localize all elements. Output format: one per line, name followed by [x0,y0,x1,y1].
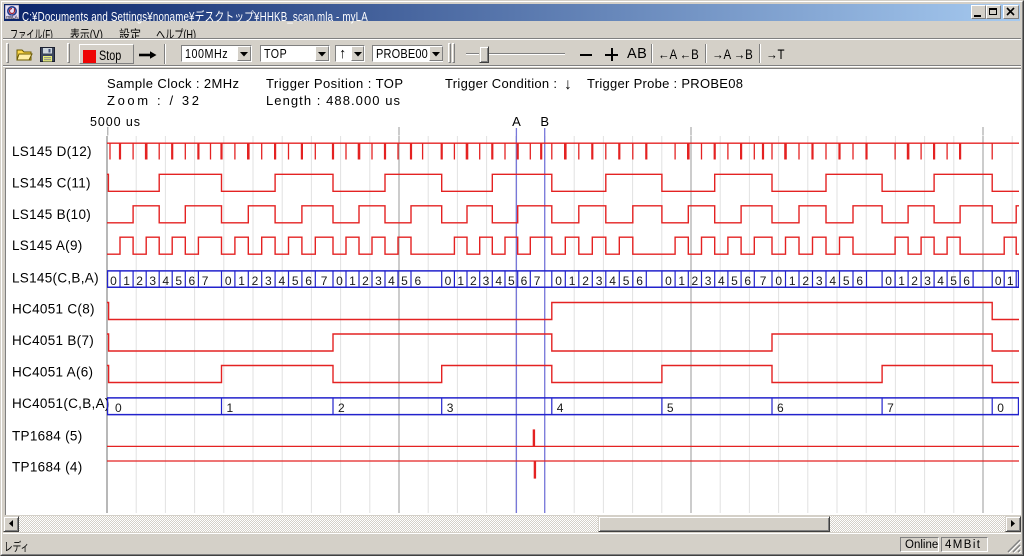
svg-text:Trigger Condition :: Trigger Condition : [445,76,557,91]
svg-text:LS145 A(9): LS145 A(9) [12,238,83,253]
svg-text:3: 3 [924,274,931,288]
svg-text:7: 7 [534,274,541,288]
svg-text:HC4051 B(7): HC4051 B(7) [12,333,94,348]
svg-text:2: 2 [136,274,143,288]
svg-text:2: 2 [802,274,809,288]
svg-text:0: 0 [445,274,452,288]
svg-text:3: 3 [816,274,823,288]
svg-text:1: 1 [898,274,905,288]
svg-text:3: 3 [596,274,603,288]
svg-text:LS145(C,B,A): LS145(C,B,A) [12,270,99,285]
svg-text:Length : 488.000 us: Length : 488.000 us [266,93,401,108]
svg-text:7: 7 [202,274,209,288]
svg-text:TP1684 (4): TP1684 (4) [12,459,83,474]
svg-text:3: 3 [375,274,382,288]
svg-text:1: 1 [789,274,796,288]
svg-text:2: 2 [252,274,259,288]
svg-text:0: 0 [995,274,1002,288]
svg-text:HC4051 A(6): HC4051 A(6) [12,364,93,379]
svg-text:0: 0 [775,274,782,288]
svg-text:4: 4 [829,274,836,288]
svg-text:LS145 C(11): LS145 C(11) [12,176,91,191]
svg-text:3: 3 [265,274,272,288]
svg-text:2: 2 [911,274,918,288]
svg-text:2: 2 [470,274,477,288]
svg-text:1: 1 [349,274,356,288]
svg-text:3: 3 [447,401,454,415]
svg-text:5: 5 [623,274,630,288]
svg-text:0: 0 [665,274,672,288]
svg-text:0: 0 [336,274,343,288]
svg-text:6: 6 [777,401,784,415]
svg-text:5: 5 [843,274,850,288]
svg-text:4: 4 [278,274,285,288]
svg-text:6: 6 [963,274,970,288]
svg-text:LS145 B(10): LS145 B(10) [12,207,91,222]
svg-text:5: 5 [292,274,299,288]
svg-text:1: 1 [123,274,130,288]
svg-text:1: 1 [678,274,685,288]
svg-text:6: 6 [856,274,863,288]
svg-text:Sample Clock : 2MHz: Sample Clock : 2MHz [107,76,239,91]
svg-text:5: 5 [950,274,957,288]
svg-text:5: 5 [508,274,515,288]
svg-text:1: 1 [238,274,245,288]
svg-text:HC4051 C(8): HC4051 C(8) [12,302,95,317]
svg-text:↓: ↓ [564,76,572,93]
svg-text:5000 us: 5000 us [90,115,140,129]
svg-text:4: 4 [388,274,395,288]
svg-text:7: 7 [887,401,894,415]
svg-text:1: 1 [227,401,234,415]
svg-text:2: 2 [338,401,345,415]
svg-text:4: 4 [718,274,725,288]
svg-text:7: 7 [321,274,328,288]
svg-text:Zoom : / 32: Zoom : / 32 [107,93,199,108]
svg-text:5: 5 [175,274,182,288]
svg-text:1: 1 [1007,274,1014,288]
svg-text:4: 4 [937,274,944,288]
svg-text:1: 1 [457,274,464,288]
svg-text:LS145 D(12): LS145 D(12) [12,144,92,159]
svg-text:2: 2 [362,274,369,288]
svg-text:HC4051(C,B,A): HC4051(C,B,A) [12,396,110,411]
svg-text:4: 4 [609,274,616,288]
svg-text:6: 6 [188,274,195,288]
svg-text:0: 0 [225,274,232,288]
svg-text:3: 3 [705,274,712,288]
svg-text:1: 1 [569,274,576,288]
svg-text:2: 2 [582,274,589,288]
svg-text:0: 0 [885,274,892,288]
svg-text:6: 6 [521,274,528,288]
svg-text:0: 0 [555,274,562,288]
svg-text:6: 6 [305,274,312,288]
svg-text:Trigger Probe : PROBE08: Trigger Probe : PROBE08 [587,76,743,91]
svg-text:4: 4 [162,274,169,288]
svg-text:5: 5 [667,401,674,415]
svg-text:5: 5 [731,274,738,288]
svg-text:0: 0 [115,401,122,415]
svg-text:3: 3 [483,274,490,288]
svg-text:6: 6 [636,274,643,288]
svg-text:5: 5 [401,274,408,288]
svg-text:6: 6 [744,274,751,288]
svg-text:4: 4 [557,401,564,415]
svg-text:A: A [512,114,521,129]
svg-text:7: 7 [760,274,767,288]
svg-text:2: 2 [692,274,699,288]
svg-text:B: B [540,114,549,129]
svg-text:TP1684 (5): TP1684 (5) [12,428,83,443]
svg-text:0: 0 [110,274,117,288]
svg-text:3: 3 [149,274,156,288]
svg-text:0: 0 [997,401,1004,415]
svg-text:Trigger Position : TOP: Trigger Position : TOP [266,76,403,91]
svg-text:6: 6 [414,274,421,288]
svg-text:4: 4 [495,274,502,288]
